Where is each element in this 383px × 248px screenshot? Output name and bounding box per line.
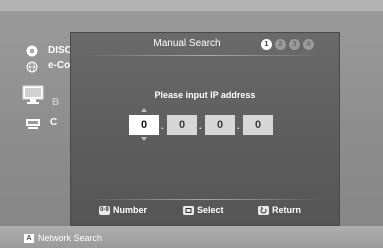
ip-separator: . [237, 121, 240, 131]
ip-octet-3[interactable]: 0 [205, 115, 235, 135]
a-key-icon: A [24, 233, 34, 243]
menu-item-eco[interactable]: e-Co [48, 60, 70, 71]
step-2: 2 [275, 39, 286, 50]
step-indicator: 1 2 3 4 [261, 39, 314, 50]
return-key-icon [258, 205, 269, 215]
globe-icon [26, 60, 38, 78]
tv-screen: DISC e-Co B C Manual Search 1 2 3 4 Plea… [0, 0, 383, 248]
legend-divider [83, 199, 327, 200]
chevron-down-icon[interactable] [141, 137, 147, 141]
title-divider [83, 55, 327, 56]
step-4: 4 [303, 39, 314, 50]
network-search-hint[interactable]: A Network Search [24, 233, 102, 243]
legend-number: 0-9 Number [99, 205, 147, 215]
legend-return: Return [258, 205, 301, 215]
menu-item-b[interactable]: B [52, 97, 59, 108]
network-search-label: Network Search [38, 233, 103, 243]
menu-item-c[interactable]: C [50, 117, 57, 128]
ip-octet-2[interactable]: 0 [167, 115, 197, 135]
ip-separator: . [199, 121, 202, 131]
legend-select-label: Select [197, 205, 224, 215]
manual-search-dialog: Manual Search 1 2 3 4 Please input IP ad… [70, 32, 340, 226]
ip-prompt: Please input IP address [154, 90, 256, 100]
top-bar [0, 0, 383, 11]
legend-number-label: Number [113, 205, 148, 215]
enter-key-icon [183, 205, 194, 215]
ip-separator: . [161, 121, 164, 131]
ip-octet-4[interactable]: 0 [243, 115, 273, 135]
legend-select: Select [183, 205, 224, 215]
number-key-icon: 0-9 [99, 205, 110, 215]
step-3: 3 [289, 39, 300, 50]
ip-octet-1[interactable]: 0 [129, 115, 159, 135]
monitor-icon [22, 85, 44, 110]
step-1: 1 [261, 39, 272, 50]
device-icon [26, 116, 40, 134]
chevron-up-icon[interactable] [141, 108, 147, 112]
menu-item-disc[interactable]: DISC [48, 45, 72, 56]
legend-return-label: Return [272, 205, 301, 215]
